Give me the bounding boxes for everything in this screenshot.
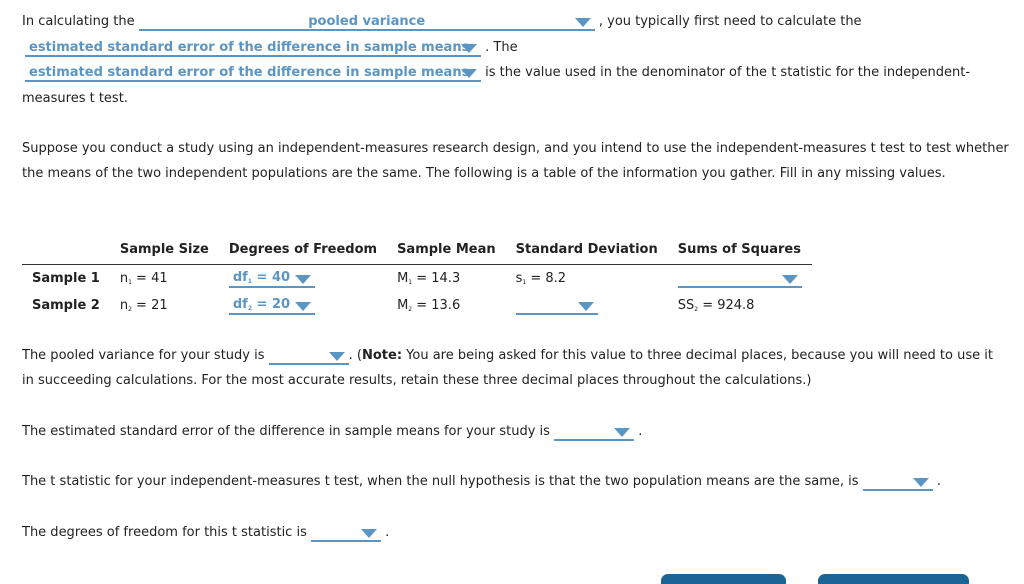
- df2-dropdown[interactable]: df2 = 20: [228, 296, 315, 315]
- mean-cell: M1 = 14.3: [387, 265, 506, 293]
- concept-dropdown-3[interactable]: estimated standard error of the differen…: [25, 64, 481, 82]
- sd-cell: [506, 292, 668, 319]
- row-label: Sample 1: [32, 271, 100, 286]
- dropdown-value: estimated standard error of the differen…: [29, 65, 470, 80]
- symbol: M: [397, 271, 409, 286]
- action-button-2[interactable]: [818, 574, 969, 584]
- tstat-dropdown[interactable]: [862, 473, 933, 491]
- chevron-down-icon: [912, 478, 929, 487]
- data-table: Sample Size Degrees of Freedom Sample Me…: [22, 238, 812, 319]
- value: = 21: [131, 298, 168, 313]
- intro-text: . The: [485, 40, 518, 55]
- dropdown-value: pooled variance: [308, 14, 426, 29]
- question-text: .: [385, 525, 390, 540]
- symbol: M: [397, 298, 409, 313]
- chevron-down-icon: [614, 428, 631, 437]
- tstat-line: The t statistic for your independent-mea…: [22, 473, 941, 491]
- symbol: n: [119, 298, 129, 313]
- intro-line-1: In calculating the pooled variance , you…: [22, 13, 862, 31]
- concept-dropdown-1[interactable]: pooled variance: [138, 13, 595, 31]
- column-header: Sample Size: [109, 238, 219, 265]
- dof-line: The degrees of freedom for this t statis…: [22, 524, 389, 542]
- pooled-line-2: in succeeding calculations. For the most…: [22, 373, 812, 388]
- dof-dropdown[interactable]: [311, 524, 381, 542]
- concept-dropdown-2[interactable]: estimated standard error of the differen…: [25, 39, 481, 57]
- value: = 8.2: [526, 271, 567, 286]
- pooled-variance-dropdown[interactable]: [268, 347, 349, 365]
- value: = 924.8: [698, 298, 755, 313]
- chevron-down-icon: [328, 352, 345, 361]
- question-text: The degrees of freedom for this t statis…: [22, 525, 307, 540]
- symbol: n: [119, 271, 129, 286]
- df1-dropdown[interactable]: df1 = 40: [228, 269, 315, 288]
- chevron-down-icon: [461, 69, 477, 78]
- ss-cell: [668, 265, 812, 293]
- dropdown-value: estimated standard error of the differen…: [29, 40, 470, 55]
- action-button-1[interactable]: [661, 574, 786, 584]
- question-text: You are being asked for this value to th…: [402, 348, 993, 363]
- sample-size-cell: n2 = 21: [110, 292, 219, 319]
- scenario-line-2: the means of the two independent populat…: [22, 166, 946, 181]
- question-text: .: [638, 424, 643, 439]
- mean-cell: M2 = 13.6: [387, 292, 506, 319]
- value: = 13.6: [412, 298, 461, 313]
- table-row: Sample 1 n1 = 41 df1 = 40 M1 = 14.3 s1 =…: [22, 265, 812, 293]
- sd-cell: s1 = 8.2: [506, 265, 668, 293]
- chevron-down-icon: [577, 301, 594, 311]
- value: = 14.3: [412, 271, 461, 286]
- value: = 41: [131, 271, 168, 286]
- ss1-dropdown[interactable]: [677, 270, 802, 288]
- table-header-row: Sample Size Degrees of Freedom Sample Me…: [22, 238, 812, 265]
- dropdown-value: = 40: [252, 269, 291, 285]
- question-text: The t statistic for your independent-mea…: [22, 474, 859, 489]
- df-cell: df1 = 40: [219, 265, 387, 293]
- df-cell: df2 = 20: [219, 292, 387, 319]
- chevron-down-icon: [294, 301, 311, 311]
- symbol: df: [232, 269, 248, 285]
- intro-text: In calculating the: [22, 14, 135, 29]
- chevron-down-icon: [574, 18, 591, 27]
- column-header: Standard Deviation: [505, 238, 668, 265]
- intro-line-3: estimated standard error of the differen…: [25, 64, 970, 82]
- stderr-dropdown[interactable]: [554, 423, 635, 441]
- intro-line-2: estimated standard error of the differen…: [25, 39, 518, 57]
- ss-cell: SS2 = 924.8: [668, 292, 812, 319]
- question-text: .: [936, 474, 941, 489]
- column-header: [22, 238, 110, 265]
- dropdown-value: = 20: [252, 296, 291, 312]
- chevron-down-icon: [781, 274, 798, 284]
- intro-text: , you typically first need to calculate …: [598, 14, 862, 29]
- chevron-down-icon: [294, 274, 311, 284]
- symbol: SS: [677, 298, 695, 313]
- chevron-down-icon: [461, 44, 477, 53]
- question-text: . (: [348, 348, 362, 363]
- row-label: Sample 2: [32, 298, 100, 313]
- column-header: Sums of Squares: [667, 238, 812, 265]
- symbol: df: [232, 296, 248, 312]
- stderr-line: The estimated standard error of the diff…: [22, 423, 642, 441]
- sd2-dropdown[interactable]: [515, 297, 598, 315]
- chevron-down-icon: [361, 529, 377, 538]
- intro-text: is the value used in the denominator of …: [485, 65, 971, 80]
- intro-line-4: measures t test.: [22, 91, 128, 106]
- question-text: The pooled variance for your study is: [22, 348, 265, 363]
- table-row: Sample 2 n2 = 21 df2 = 20 M2 = 13.6 SS2 …: [22, 292, 812, 319]
- column-header: Degrees of Freedom: [218, 238, 388, 265]
- question-text: The estimated standard error of the diff…: [22, 424, 550, 439]
- scenario-line-1: Suppose you conduct a study using an ind…: [22, 141, 1009, 156]
- sample-size-cell: n1 = 41: [110, 265, 219, 293]
- note-label: Note:: [362, 348, 403, 363]
- pooled-line-1: The pooled variance for your study is . …: [22, 347, 993, 365]
- column-header: Sample Mean: [387, 238, 506, 265]
